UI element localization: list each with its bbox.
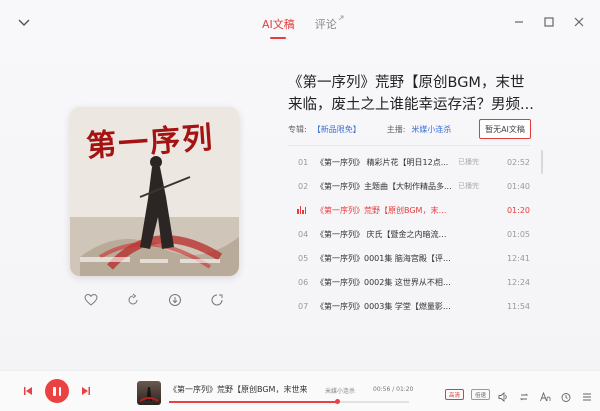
heart-icon[interactable] bbox=[84, 292, 98, 306]
external-link-icon bbox=[337, 12, 345, 21]
episode-name: 《第一序列》主题曲【大制作精品多... bbox=[316, 181, 452, 191]
tab-comments-label: 评论 bbox=[314, 18, 337, 31]
episode-row[interactable]: 04 《第一序列》 庆氏【暨金之内暗流涌动，各... 01:05 bbox=[288, 222, 536, 246]
playing-equalizer-icon bbox=[288, 206, 316, 214]
episode-row[interactable]: 06 《第一序列》0002集 这世界从不相信眼泪... 12:24 bbox=[288, 270, 536, 294]
previous-icon[interactable] bbox=[22, 382, 34, 401]
episode-duration: 01:20 bbox=[506, 205, 530, 215]
download-icon[interactable] bbox=[168, 292, 182, 306]
episode-index: 07 bbox=[298, 301, 309, 311]
episode-name: 《第一序列》0002集 这世界从不相信眼泪... bbox=[316, 277, 452, 287]
playback-time: 00:56 / 01:20 bbox=[373, 386, 414, 393]
episode-index: 08 bbox=[288, 326, 316, 327]
episode-name: 《第一序列》荒野【原创BGM，末世来临... bbox=[316, 205, 452, 215]
cover-actions bbox=[84, 292, 224, 306]
tab-ai-transcript[interactable]: AI文稿 bbox=[262, 16, 295, 39]
tab-bar: AI文稿 评论 bbox=[262, 15, 344, 39]
more-share-icon[interactable] bbox=[210, 292, 224, 306]
podcast-player-window: AI文稿 评论 第一序列 《第一序列》荒野【原创BGM，末世来临，废土之上谁能幸… bbox=[0, 0, 600, 411]
episode-index: 05 bbox=[298, 253, 309, 263]
volume-icon[interactable] bbox=[497, 388, 509, 402]
album-label: 专辑: bbox=[288, 125, 307, 134]
cover-art-title: 第一序列 bbox=[85, 120, 216, 165]
episode-name: 《第一序列》0001集 脑海宫殿【评论留言抽... bbox=[316, 253, 452, 263]
album-cover: 第一序列 bbox=[70, 107, 239, 276]
episode-name: 《第一序列》0003集 学堂【燃量影场，火热... bbox=[316, 301, 452, 311]
playback-progress[interactable] bbox=[169, 399, 409, 404]
episode-status: 已播完 bbox=[458, 182, 479, 190]
episode-index: 06 bbox=[298, 277, 309, 287]
playback-progress-thumb[interactable] bbox=[334, 399, 340, 404]
timer-icon[interactable] bbox=[560, 388, 572, 402]
episode-duration: 12:41 bbox=[506, 253, 530, 263]
quality-badge[interactable]: 高清 bbox=[445, 389, 465, 400]
album-link[interactable]: 【新品限免】 bbox=[313, 124, 361, 135]
minimize-icon[interactable] bbox=[512, 14, 526, 28]
playback-progress-fill bbox=[169, 401, 337, 403]
playlist-icon[interactable] bbox=[581, 388, 593, 401]
share-icon[interactable] bbox=[126, 292, 140, 306]
episode-row[interactable]: 08《第一序列》0004集 脑子有的有【被否脑... 10:51 bbox=[288, 318, 536, 327]
host-label: 主播: bbox=[386, 125, 406, 134]
font-size-icon[interactable] bbox=[539, 388, 551, 402]
next-icon[interactable] bbox=[80, 382, 92, 401]
maximize-icon[interactable] bbox=[542, 14, 556, 28]
divider bbox=[288, 145, 530, 146]
now-playing-artist[interactable]: 米媒小连杀 bbox=[325, 386, 355, 395]
episode-list: 01 《第一序列》 精彩片花【明日12点... 已播完 02:52 02 《第一序列》主题… bbox=[288, 150, 536, 326]
episode-row[interactable]: 02 《第一序列》主题曲【大制作精品多... 已播完 01:40 bbox=[288, 174, 536, 198]
episode-status: 已播完 bbox=[458, 158, 479, 166]
episode-duration: 01:05 bbox=[506, 229, 530, 239]
episode-row[interactable]: 《第一序列》荒野【原创BGM，末世来临... 01:20 bbox=[288, 198, 536, 222]
episode-duration: 01:40 bbox=[506, 181, 530, 191]
episode-index: 04 bbox=[298, 229, 309, 239]
close-icon[interactable] bbox=[572, 14, 586, 28]
window-controls bbox=[512, 14, 586, 28]
episode-duration: 11:54 bbox=[506, 301, 530, 311]
pause-button[interactable] bbox=[45, 379, 69, 403]
episode-name: 《第一序列》 庆氏【暨金之内暗流涌动，各... bbox=[316, 229, 452, 239]
episode-name: 《第一序列》 精彩片花【明日12点... bbox=[316, 157, 449, 167]
host-link[interactable]: 米媒小连杀 bbox=[411, 124, 451, 135]
episode-index: 02 bbox=[298, 181, 309, 191]
episode-meta: 专辑: 【新品限免】 主播: 米媒小连杀 bbox=[288, 124, 451, 135]
episode-duration: 10:51 bbox=[504, 326, 530, 327]
episode-title: 《第一序列》荒野【原创BGM，末世来临，废土之上谁能幸运存活？男频... bbox=[288, 75, 534, 113]
player-tools bbox=[497, 388, 593, 402]
episode-index: 01 bbox=[298, 157, 309, 167]
no-ai-transcript-button[interactable]: 暂无AI文稿 bbox=[479, 119, 531, 139]
loop-icon[interactable] bbox=[518, 388, 530, 401]
chevron-down-icon[interactable] bbox=[16, 14, 32, 30]
episode-row[interactable]: 01 《第一序列》 精彩片花【明日12点... 已播完 02:52 bbox=[288, 150, 536, 174]
episode-duration: 02:52 bbox=[506, 157, 530, 167]
now-playing-cover[interactable] bbox=[137, 381, 161, 405]
speed-badge[interactable]: 倍速 bbox=[471, 389, 491, 400]
episode-name: 《第一序列》0004集 脑子有的有【被否脑... bbox=[316, 325, 452, 327]
tab-comments[interactable]: 评论 bbox=[314, 15, 344, 32]
episode-row[interactable]: 05 《第一序列》0001集 脑海宫殿【评论留言抽... 12:41 bbox=[288, 246, 536, 270]
now-playing-title[interactable]: 《第一序列》荒野【原创BGM，末世来临，废土之上谁能幸运存活？ bbox=[169, 384, 307, 395]
list-scrollbar[interactable] bbox=[541, 150, 543, 174]
episode-row[interactable]: 07 《第一序列》0003集 学堂【燃量影场，火热... 11:54 bbox=[288, 294, 536, 318]
episode-duration: 12:24 bbox=[506, 277, 530, 287]
